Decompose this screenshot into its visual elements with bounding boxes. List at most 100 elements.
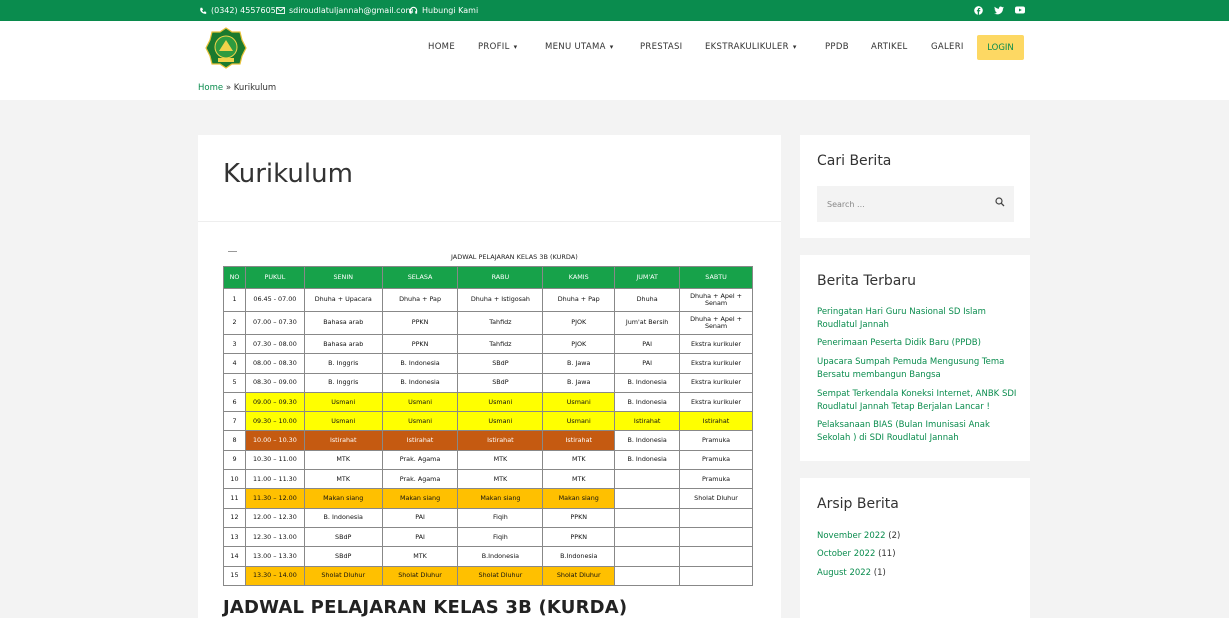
breadcrumb-home[interactable]: Home [198, 83, 223, 93]
broken-image-marker [228, 249, 237, 252]
table-cell: 10.30 – 11.00 [244, 449, 305, 471]
table-cell: B.Indonesia [542, 546, 616, 567]
table-cell: Dhuha + Pap [542, 288, 616, 312]
widget-title: Berita Terbaru [817, 273, 917, 289]
table-cell: PAI [614, 353, 681, 374]
table-cell: Fiqih [457, 507, 544, 528]
table-cell: PAI [381, 526, 459, 548]
table-row: 9 10.30 – 11.00 MTK Prak. Agama MTK MTK B. Ind… [223, 449, 753, 471]
table-cell: Usmani [542, 391, 616, 413]
email-contact[interactable]: sdiroudlatuljannah@gmail.com [276, 0, 413, 21]
table-cell: Usmani [457, 411, 544, 432]
nav-prestasi[interactable]: PRESTASI [640, 42, 682, 52]
table-cell: PJOK [542, 311, 616, 335]
widget-title: Arsip Berita [817, 496, 899, 512]
news-link[interactable]: Penerimaan Peserta Didik Baru (PPDB) [817, 337, 1017, 350]
login-button[interactable]: LOGIN [977, 35, 1024, 60]
table-cell: MTK [542, 449, 616, 471]
table-cell: Makan siang [303, 488, 383, 509]
table-cell: Tahfidz [457, 311, 544, 335]
news-link[interactable]: Peringatan Hari Guru Nasional SD Islam R… [817, 306, 1017, 332]
table-cell: PAI [381, 507, 459, 528]
archive-link[interactable]: October 2022 [817, 549, 875, 559]
table-cell: MTK [303, 469, 383, 490]
table-cell: B. Inggris [303, 353, 383, 374]
page-title: Kurikulum [223, 159, 353, 189]
table-row: 1 06.45 - 07.00 Dhuha + Upacara Dhuha + Pap… [223, 288, 753, 312]
nav-ppdb[interactable]: PPDB [825, 42, 849, 52]
site-header: HOME PROFIL ▾ MENU UTAMA ▾ PRESTASI EKSTRA… [0, 21, 1229, 75]
table-cell: 09.00 – 09.30 [244, 391, 305, 413]
search-widget: Cari Berita Search ... [800, 135, 1030, 238]
archive-item: October 2022 (11) [817, 549, 896, 559]
divider [198, 221, 781, 222]
table-cell: B. Indonesia [614, 372, 681, 393]
search-input[interactable]: Search ... [817, 186, 1014, 222]
table-cell: Usmani [303, 411, 383, 432]
contact-link[interactable]: Hubungi Kami [409, 0, 478, 21]
table-cell: 08.30 – 09.00 [244, 372, 305, 393]
nav-artikel[interactable]: ARTIKEL [871, 42, 908, 52]
column-header: RABU [457, 266, 544, 289]
phone-contact[interactable]: (0342) 4557605 [199, 0, 276, 21]
table-cell [614, 488, 681, 509]
twitter-icon[interactable] [993, 4, 1005, 16]
table-cell: Tahfidz [457, 333, 544, 355]
table-cell: Dhuha [614, 288, 681, 312]
archive-count: (2) [888, 531, 901, 541]
top-bar: (0342) 4557605 sdiroudlatuljannah@gmail.… [0, 0, 1229, 21]
nav-menu-utama[interactable]: MENU UTAMA ▾ [545, 42, 614, 52]
contact-label: Hubungi Kami [422, 6, 479, 15]
news-link[interactable]: Pelaksanaan BIAS (Bulan Imunisasi Anak S… [817, 419, 1017, 445]
table-cell: B. Jawa [542, 372, 616, 393]
table-cell: 4 [223, 353, 246, 374]
table-cell: Istirahat [303, 430, 383, 451]
nav-home[interactable]: HOME [428, 42, 455, 52]
nav-ekstrakulikuler[interactable]: EKSTRAKULIKULER ▾ [705, 42, 797, 52]
table-cell: 13 [223, 526, 246, 548]
table-cell: SBdP [303, 526, 383, 548]
table-cell: Usmani [303, 391, 383, 413]
column-header: JUM'AT [614, 266, 681, 289]
table-cell: Istirahat [679, 411, 753, 432]
search-icon[interactable] [995, 197, 1005, 207]
table-cell: MTK [457, 469, 544, 490]
table-cell: Usmani [381, 411, 459, 432]
breadcrumb-separator: » [225, 83, 232, 93]
table-cell: 11.30 – 12.00 [244, 488, 305, 509]
table-cell: Bahasa arab [303, 311, 383, 335]
table-cell: 11 [223, 488, 246, 509]
archive-link[interactable]: November 2022 [817, 531, 886, 541]
table-cell: Makan siang [542, 488, 616, 509]
table-cell: 08.00 – 08.30 [244, 353, 305, 374]
table-cell: Ekstra kurikuler [679, 353, 753, 374]
table-cell: Jum'at Bersih [614, 311, 681, 335]
email-address: sdiroudlatuljannah@gmail.com [289, 6, 414, 15]
table-cell: SBdP [303, 546, 383, 567]
table-cell [679, 546, 753, 567]
table-row: 7 09.30 – 10.00 Usmani Usmani Usmani Usmani Is… [223, 411, 753, 432]
table-cell: 12.00 – 12.30 [244, 507, 305, 528]
archive-count: (11) [878, 549, 896, 559]
table-cell: 12 [223, 507, 246, 528]
news-link[interactable]: Upacara Sumpah Pemuda Mengusung Tema Ber… [817, 356, 1017, 382]
news-link[interactable]: Sempat Terkendala Koneksi Internet, ANBK… [817, 388, 1017, 414]
nav-profil[interactable]: PROFIL ▾ [478, 42, 517, 52]
table-row: 12 12.00 – 12.30 B. Indonesia PAI Fiqih PPKN [223, 507, 753, 528]
archive-link[interactable]: August 2022 [817, 568, 871, 578]
facebook-icon[interactable] [972, 4, 984, 16]
table-row: 4 08.00 – 08.30 B. Inggris B. Indonesia SBdP… [223, 353, 753, 374]
column-header: KAMIS [542, 266, 616, 289]
breadcrumb: Home » Kurikulum [198, 83, 276, 93]
search-placeholder: Search ... [827, 200, 865, 209]
school-logo[interactable] [205, 27, 247, 69]
breadcrumb-current: Kurikulum [233, 83, 277, 93]
nav-galeri[interactable]: GALERI [931, 42, 964, 52]
table-cell: 13.00 – 13.30 [244, 546, 305, 567]
youtube-icon[interactable] [1014, 4, 1026, 16]
table-cell: Usmani [542, 411, 616, 432]
table-cell: 10 [223, 469, 246, 490]
table-row: 5 08.30 – 09.00 B. Inggris B. Indonesia SBdP… [223, 372, 753, 393]
table-cell [614, 526, 681, 548]
table-cell: 06.45 - 07.00 [244, 288, 305, 312]
